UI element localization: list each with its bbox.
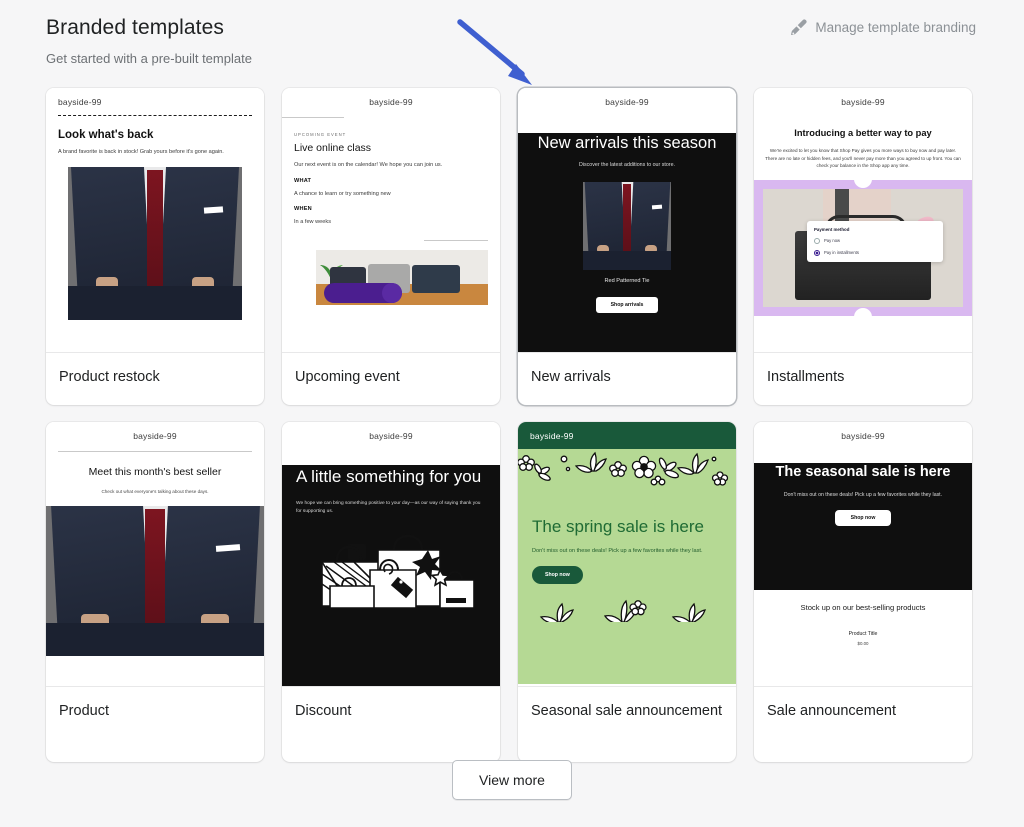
payment-option-installments[interactable]: Pay in installments	[814, 250, 936, 256]
shop-arrivals-button[interactable]: Shop arrivals	[596, 297, 658, 313]
divider	[424, 240, 488, 241]
shop-now-button[interactable]: Shop now	[532, 566, 583, 584]
lilac-banner: Payment method Pay now Pay in installmen…	[754, 180, 972, 316]
view-more-container: View more	[0, 760, 1024, 800]
paint-brush-icon	[789, 18, 808, 37]
preview-heading: Meet this month's best seller	[66, 465, 244, 480]
template-card-upcoming-event[interactable]: bayside-99 UPCOMING EVENT Live online cl…	[282, 88, 500, 405]
preview-dark-body: New arrivals this season Discover the la…	[518, 133, 736, 352]
floral-bottom-illustration	[518, 592, 736, 622]
preview-heading: A little something for you	[296, 465, 486, 489]
payment-option-pay-now[interactable]: Pay now	[814, 238, 936, 244]
template-label: Product	[46, 686, 264, 739]
notch-decoration	[854, 179, 872, 188]
template-label: Upcoming event	[282, 352, 500, 405]
preview-body: Our next event is on the calendar! We ho…	[294, 161, 488, 170]
preview-body: Discover the latest additions to our sto…	[518, 162, 736, 168]
preview-heading: Live online class	[294, 142, 488, 154]
template-preview: bayside-99 The seasonal sale is here Don…	[754, 422, 972, 686]
payment-option-label: Pay in installments	[824, 250, 859, 255]
template-preview: bayside-99 Introducing a better way to p…	[754, 88, 972, 352]
template-preview: bayside-99 Meet this month's best seller…	[46, 422, 264, 686]
divider	[282, 117, 344, 118]
payment-method-title: Payment method	[814, 227, 936, 232]
manage-template-branding-label: Manage template branding	[815, 20, 976, 35]
preview-brand-name: bayside-99	[282, 422, 500, 449]
payment-method-card: Payment method Pay now Pay in installmen…	[807, 221, 943, 262]
preview-heading: Introducing a better way to pay	[764, 128, 962, 138]
preview-body: We're excited to let you know that Shop …	[764, 147, 962, 170]
template-preview: bayside-99 UPCOMING EVENT Live online cl…	[282, 88, 500, 352]
preview-heading: The spring sale is here	[532, 516, 722, 537]
preview-brand-name: bayside-99	[754, 88, 972, 115]
preview-when-value: In a few weeks	[294, 218, 488, 227]
template-label: Installments	[754, 352, 972, 405]
view-more-button[interactable]: View more	[452, 760, 572, 800]
templates-grid: bayside-99 Look what's back A brand favo…	[46, 88, 978, 762]
template-card-product[interactable]: bayside-99 Meet this month's best seller…	[46, 422, 264, 762]
product-name: Red Patterned Tie	[518, 278, 736, 284]
lifestyle-photo	[316, 250, 488, 305]
payment-option-label: Pay now	[824, 238, 840, 243]
preview-brand-name: bayside-99	[754, 422, 972, 449]
template-label: New arrivals	[518, 352, 736, 405]
preview-green-body: The spring sale is here Don't miss out o…	[518, 449, 736, 684]
preview-body: Don't miss out on these deals! Pick up a…	[532, 547, 722, 556]
shopping-bags-illustration	[282, 526, 500, 612]
product-price: $0.00	[768, 641, 958, 646]
radio-icon	[814, 238, 820, 244]
shop-now-button[interactable]: Shop now	[835, 510, 891, 526]
product-photo	[68, 167, 242, 320]
preview-body: A brand favorite is back in stock! Grab …	[58, 148, 252, 157]
template-card-discount[interactable]: bayside-99 A little something for you We…	[282, 422, 500, 762]
divider	[58, 115, 252, 116]
template-card-sale-announcement[interactable]: bayside-99 The seasonal sale is here Don…	[754, 422, 972, 762]
page-subtitle: Get started with a pre-built template	[46, 50, 976, 68]
template-card-installments[interactable]: bayside-99 Introducing a better way to p…	[754, 88, 972, 405]
template-preview: bayside-99 New arrivals this season Disc…	[518, 88, 736, 352]
template-label: Discount	[282, 686, 500, 739]
preview-brand-name: bayside-99	[282, 88, 500, 115]
product-section: Stock up on our best-selling products Pr…	[754, 590, 972, 646]
preview-brand-name: bayside-99	[518, 88, 736, 115]
page-header: Branded templates Get started with a pre…	[46, 14, 976, 68]
template-preview: bayside-99 Look what's back A brand favo…	[46, 88, 264, 352]
preview-when-label: WHEN	[294, 206, 488, 212]
preview-brand-name: bayside-99	[46, 88, 264, 115]
preview-heading: The seasonal sale is here	[768, 463, 958, 482]
template-card-new-arrivals[interactable]: bayside-99 New arrivals this season Disc…	[518, 88, 736, 405]
template-label: Sale announcement	[754, 686, 972, 739]
radio-selected-icon	[814, 250, 820, 256]
product-title: Product Title	[768, 631, 958, 637]
preview-body: Don't miss out on these deals! Pick up a…	[770, 491, 956, 499]
template-preview: bayside-99	[518, 422, 736, 686]
preview-brand-name: bayside-99	[46, 422, 264, 449]
divider	[58, 451, 252, 452]
preview-dark-body: A little something for you We hope we ca…	[282, 465, 500, 686]
section-heading: Stock up on our best-selling products	[768, 602, 958, 613]
manage-template-branding-link[interactable]: Manage template branding	[789, 18, 976, 37]
lifestyle-photo: Payment method Pay now Pay in installmen…	[763, 189, 963, 307]
preview-body: We hope we can bring something positive …	[296, 500, 486, 516]
notch-decoration	[854, 308, 872, 317]
preview-what-value: A chance to learn or try something new	[294, 190, 488, 199]
preview-what-label: WHAT	[294, 178, 488, 184]
product-photo	[46, 506, 264, 656]
template-label: Seasonal sale announcement	[518, 686, 736, 762]
template-preview: bayside-99 A little something for you We…	[282, 422, 500, 686]
preview-brand-name: bayside-99	[518, 422, 736, 449]
preview-dark-body: The seasonal sale is here Don't miss out…	[754, 463, 972, 590]
template-card-seasonal-sale-announcement[interactable]: bayside-99	[518, 422, 736, 762]
floral-top-illustration	[518, 449, 736, 495]
preview-eyebrow: UPCOMING EVENT	[294, 132, 488, 137]
preview-body: Check out what everyone's talking about …	[46, 489, 264, 494]
template-card-product-restock[interactable]: bayside-99 Look what's back A brand favo…	[46, 88, 264, 405]
template-label: Product restock	[46, 352, 264, 405]
preview-heading: New arrivals this season	[532, 133, 722, 153]
preview-heading: Look what's back	[58, 129, 252, 141]
branded-templates-page: Branded templates Get started with a pre…	[0, 0, 1024, 827]
product-photo	[583, 182, 671, 270]
